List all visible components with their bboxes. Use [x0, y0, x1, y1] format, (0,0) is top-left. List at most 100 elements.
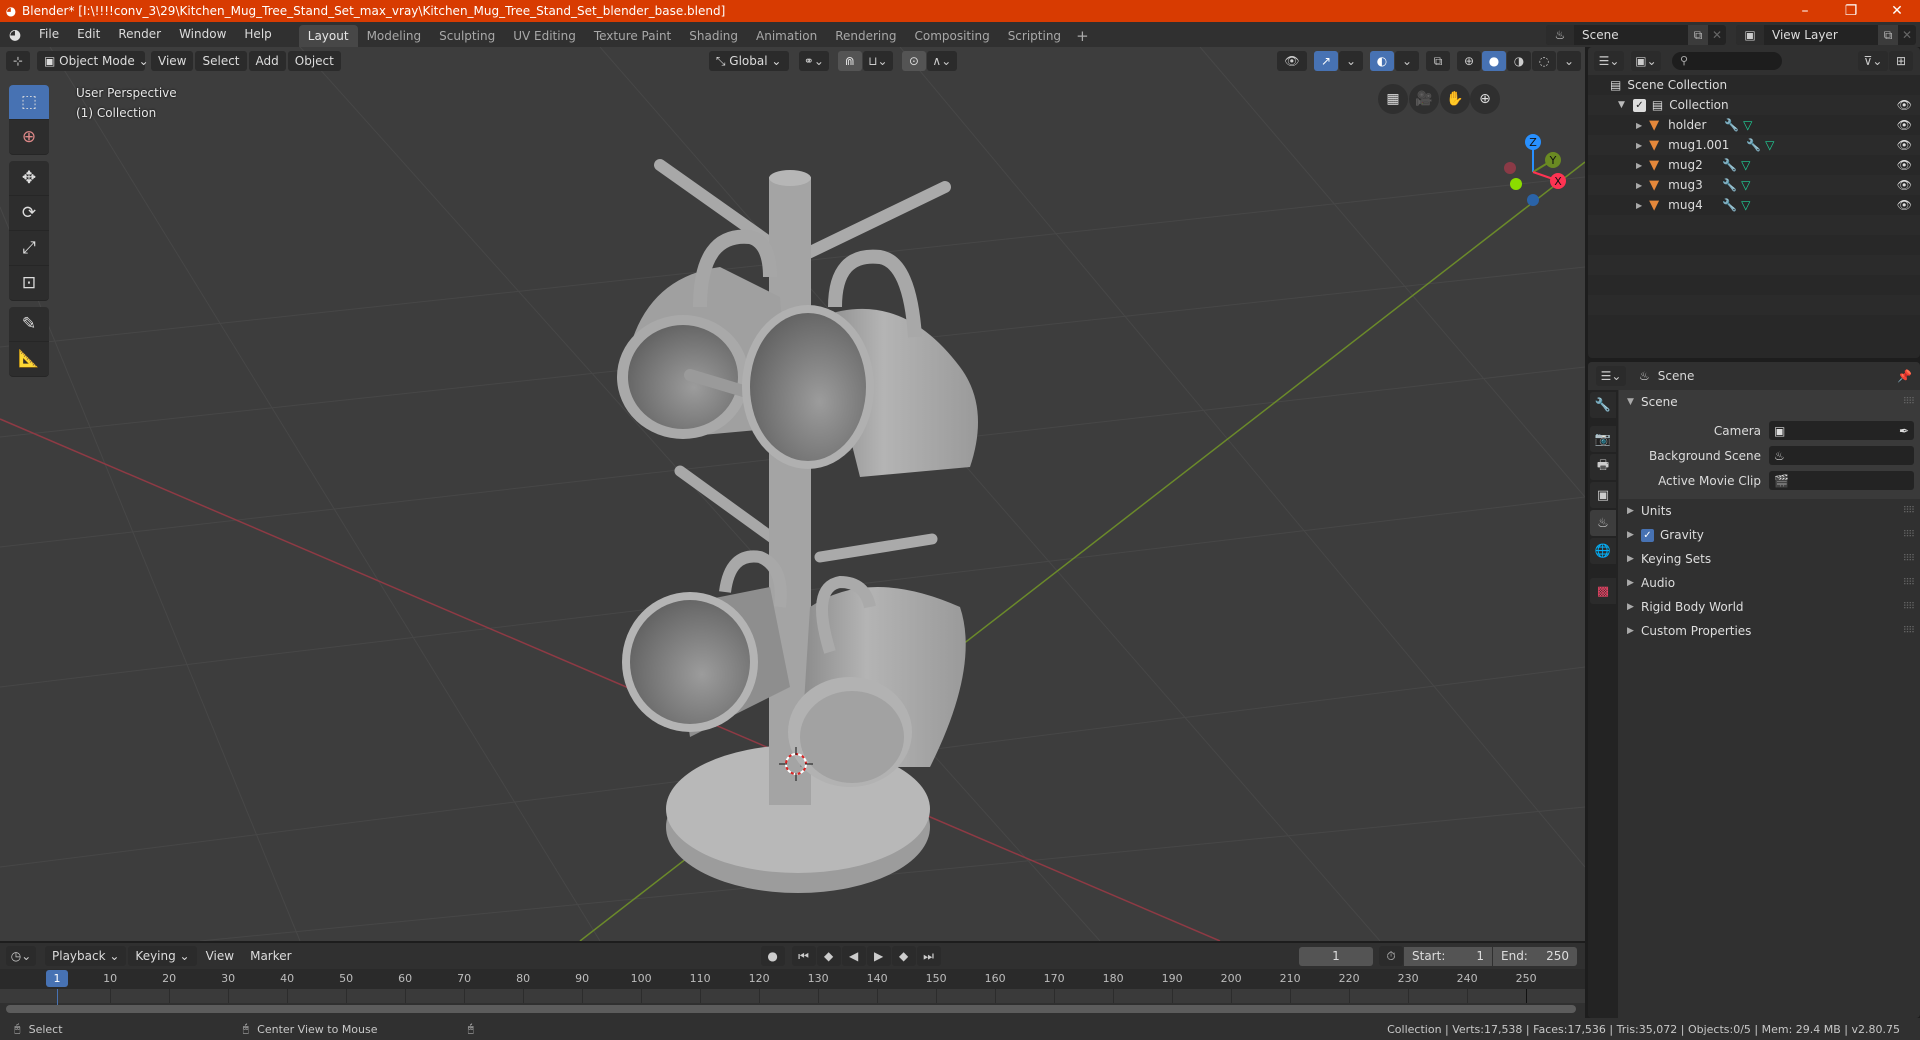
collection-row[interactable]: ▼ ✓ ▤ Collection 👁	[1588, 95, 1920, 115]
play-reverse-button[interactable]: ◀	[841, 946, 866, 966]
modifier-icon[interactable]: 🔧	[1724, 118, 1739, 132]
drag-grip-icon[interactable]: ⠿⠿	[1903, 602, 1915, 612]
editor-type-icon[interactable]: ⊹	[6, 51, 30, 71]
wireframe-shading-icon[interactable]: ⊕	[1457, 51, 1481, 71]
move-tool[interactable]: ✥	[9, 161, 49, 196]
expand-arrow-icon[interactable]: ▶	[1636, 141, 1642, 150]
3d-viewport[interactable]: ⊹ ▣ Object Mode ⌄ View Select Add Object…	[0, 47, 1585, 941]
tab-tool[interactable]: 🔧	[1590, 392, 1616, 418]
minimize-button[interactable]: –	[1782, 3, 1828, 19]
display-mode-icon[interactable]: ▣⌄	[1631, 51, 1661, 71]
tab-modeling[interactable]: Modeling	[358, 25, 431, 47]
menu-object[interactable]: Object	[287, 51, 341, 71]
camera-field[interactable]: ▣ ✒	[1769, 421, 1914, 440]
tab-texture-paint[interactable]: Texture Paint	[585, 25, 680, 47]
prev-keyframe-button[interactable]: ◆	[816, 946, 841, 966]
rotate-tool[interactable]: ⟳	[9, 196, 49, 231]
scene-collection-row[interactable]: ▤ Scene Collection	[1588, 75, 1920, 95]
pivot-icon[interactable]: ⚭⌄	[798, 51, 829, 71]
overlay-toggle-icon[interactable]: ◐	[1370, 51, 1394, 71]
drag-grip-icon[interactable]: ⠿⠿	[1903, 506, 1915, 516]
jump-end-button[interactable]: ⏭	[916, 946, 941, 966]
tab-uv-editing[interactable]: UV Editing	[504, 25, 585, 47]
pin-icon[interactable]: 📌	[1897, 369, 1912, 383]
record-button[interactable]: ●	[760, 946, 785, 966]
timeline-track[interactable]	[0, 989, 1585, 1013]
select-box-tool[interactable]: ⬚	[9, 85, 49, 120]
pan-view-button[interactable]: ✋	[1440, 84, 1470, 114]
tab-rendering[interactable]: Rendering	[826, 25, 905, 47]
jump-start-button[interactable]: ⏮	[791, 946, 816, 966]
modifier-icon[interactable]: 🔧	[1722, 158, 1737, 172]
gizmo-dropdown-icon[interactable]: ⌄	[1339, 51, 1363, 71]
eyedropper-icon[interactable]: ✒	[1899, 424, 1909, 438]
next-keyframe-button[interactable]: ◆	[891, 946, 916, 966]
toggle-grid-view-button[interactable]: ▦	[1378, 84, 1408, 114]
mesh-data-icon[interactable]: ▽	[1741, 178, 1750, 192]
timeline-scrollbar[interactable]	[6, 1005, 1576, 1013]
drag-grip-icon[interactable]: ⠿⠿	[1903, 530, 1915, 540]
new-scene-icon[interactable]: ⧉	[1688, 24, 1708, 45]
scene-name[interactable]: Scene	[1574, 28, 1688, 42]
outliner-object-row[interactable]: ▶ ▼ holder 🔧 ▽ 👁	[1588, 115, 1920, 135]
visibility-eye-icon[interactable]: 👁	[1897, 198, 1912, 212]
camera-view-button[interactable]: 🎥	[1409, 84, 1439, 114]
units-panel-header[interactable]: ▶ Units ⠿⠿	[1619, 499, 1920, 523]
menu-file[interactable]: File	[30, 22, 68, 47]
gravity-checkbox[interactable]: ✓	[1641, 528, 1654, 542]
proportional-edit-icon[interactable]: ⊙	[901, 51, 926, 71]
visibility-eye-icon[interactable]: 👁	[1897, 138, 1912, 152]
cursor-tool[interactable]: ⊕	[9, 120, 49, 155]
tab-scripting[interactable]: Scripting	[999, 25, 1070, 47]
view-layer-selector[interactable]: ▣ View Layer ⧉ ✕	[1736, 24, 1916, 45]
marker-menu[interactable]: Marker	[243, 946, 298, 966]
expand-arrow-icon[interactable]: ▶	[1636, 121, 1642, 130]
keying-menu[interactable]: Keying ⌄	[128, 946, 197, 966]
drag-grip-icon[interactable]: ⠿⠿	[1903, 578, 1915, 588]
stopwatch-icon[interactable]: ⏱	[1379, 946, 1403, 966]
snap-toggle-icon[interactable]: ⋒	[837, 51, 862, 71]
menu-select[interactable]: Select	[195, 51, 247, 71]
scale-tool[interactable]: ⤢	[9, 231, 49, 266]
neg-z-handle[interactable]	[1527, 194, 1539, 206]
neg-x-handle[interactable]	[1504, 162, 1516, 174]
exclude-checkbox[interactable]: ✓	[1632, 98, 1646, 112]
expand-arrow-icon[interactable]: ▼	[1618, 100, 1625, 110]
add-workspace-button[interactable]: +	[1070, 25, 1095, 47]
falloff-icon[interactable]: ∧⌄	[926, 51, 957, 71]
mode-dropdown[interactable]: ▣ Object Mode ⌄	[37, 51, 149, 71]
view-menu[interactable]: View	[199, 946, 241, 966]
transform-orientation-dropdown[interactable]: ⤡ Global ⌄	[708, 51, 789, 71]
mesh-data-icon[interactable]: ▽	[1743, 118, 1752, 132]
start-frame-field[interactable]: Start: 1	[1404, 946, 1492, 966]
tab-world[interactable]: 🌐	[1590, 538, 1616, 564]
tab-render[interactable]: 📷	[1590, 426, 1616, 452]
filter-icon[interactable]: ⊽⌄	[1858, 51, 1888, 71]
scene-panel-header[interactable]: ▼ Scene ⠿⠿	[1619, 390, 1920, 414]
material-shading-icon[interactable]: ◑	[1507, 51, 1531, 71]
annotate-tool[interactable]: ✎	[9, 307, 49, 342]
tab-layout[interactable]: Layout	[298, 25, 358, 47]
play-button[interactable]: ▶	[866, 946, 891, 966]
modifier-icon[interactable]: 🔧	[1746, 138, 1761, 152]
end-frame-field[interactable]: End: 250	[1493, 946, 1577, 966]
custom-properties-panel-header[interactable]: ▶ Custom Properties ⠿⠿	[1619, 619, 1920, 643]
menu-window[interactable]: Window	[170, 22, 235, 47]
remove-view-layer-icon[interactable]: ✕	[1898, 28, 1916, 42]
menu-edit[interactable]: Edit	[68, 22, 109, 47]
outliner-object-row[interactable]: ▶ ▼ mug2 🔧 ▽ 👁	[1588, 155, 1920, 175]
rigid-body-world-panel-header[interactable]: ▶ Rigid Body World ⠿⠿	[1619, 595, 1920, 619]
background-scene-field[interactable]: ♨	[1769, 446, 1914, 465]
close-button[interactable]: ✕	[1874, 3, 1920, 19]
tab-view-layer[interactable]: ▣	[1590, 482, 1616, 508]
keying-sets-panel-header[interactable]: ▶ Keying Sets ⠿⠿	[1619, 547, 1920, 571]
menu-render[interactable]: Render	[109, 22, 170, 47]
measure-tool[interactable]: 📐	[9, 342, 49, 377]
menu-help[interactable]: Help	[235, 22, 280, 47]
visibility-icon[interactable]: 👁	[1277, 51, 1307, 71]
tab-animation[interactable]: Animation	[747, 25, 826, 47]
modifier-icon[interactable]: 🔧	[1722, 178, 1737, 192]
expand-arrow-icon[interactable]: ▶	[1636, 161, 1642, 170]
visibility-eye-icon[interactable]: 👁	[1897, 178, 1912, 192]
xray-icon[interactable]: ⧉	[1426, 51, 1450, 71]
